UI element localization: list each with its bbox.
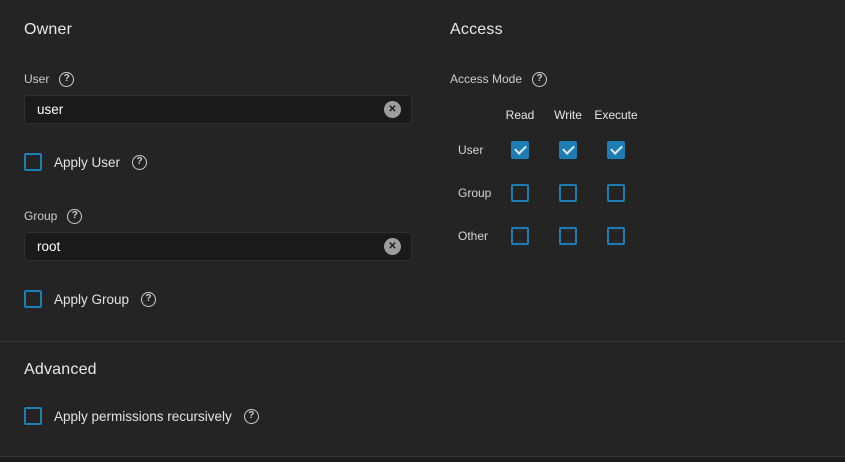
row-label-other: Other — [450, 229, 496, 243]
help-icon[interactable]: ? — [59, 72, 74, 87]
grid-cell — [496, 184, 544, 202]
group-write-checkbox[interactable] — [559, 184, 577, 202]
grid-cell — [544, 184, 592, 202]
grid-cell — [592, 227, 640, 245]
row-label-group: Group — [450, 186, 496, 200]
grid-cell — [592, 184, 640, 202]
bottom-edge — [0, 456, 845, 462]
apply-group-label: Apply Group — [54, 292, 129, 307]
user-input[interactable]: user ✕ — [24, 95, 412, 124]
column-header-read: Read — [496, 108, 544, 122]
access-mode-header: Access Mode ? — [450, 71, 547, 87]
other-write-checkbox[interactable] — [559, 227, 577, 245]
group-field-label: Group — [24, 209, 57, 223]
section-divider — [0, 341, 845, 342]
access-mode-grid: Read Write Execute User Group Other — [450, 102, 640, 257]
grid-cell — [544, 141, 592, 159]
user-field-label: User — [24, 72, 49, 86]
clear-icon[interactable]: ✕ — [384, 101, 401, 118]
grid-cell — [544, 227, 592, 245]
access-mode-label: Access Mode — [450, 72, 522, 86]
user-read-checkbox[interactable] — [511, 141, 529, 159]
other-execute-checkbox[interactable] — [607, 227, 625, 245]
user-field-header: User ? — [24, 71, 74, 87]
advanced-section-title: Advanced — [24, 361, 97, 379]
apply-recursively-row[interactable]: Apply permissions recursively ? — [24, 406, 259, 426]
group-input-value: root — [37, 239, 384, 254]
column-header-write: Write — [544, 108, 592, 122]
access-section-title: Access — [450, 21, 503, 39]
other-read-checkbox[interactable] — [511, 227, 529, 245]
user-execute-checkbox[interactable] — [607, 141, 625, 159]
group-read-checkbox[interactable] — [511, 184, 529, 202]
group-input[interactable]: root ✕ — [24, 232, 412, 261]
help-icon[interactable]: ? — [132, 155, 147, 170]
owner-section-title: Owner — [24, 21, 72, 39]
permissions-editor: Owner User ? user ✕ Apply User ? Group ?… — [0, 0, 845, 462]
help-icon[interactable]: ? — [532, 72, 547, 87]
apply-recursively-checkbox[interactable] — [24, 407, 42, 425]
help-icon[interactable]: ? — [141, 292, 156, 307]
help-icon[interactable]: ? — [67, 209, 82, 224]
row-label-user: User — [450, 143, 496, 157]
apply-user-checkbox[interactable] — [24, 153, 42, 171]
help-icon[interactable]: ? — [244, 409, 259, 424]
grid-cell — [592, 141, 640, 159]
grid-cell — [496, 141, 544, 159]
column-header-execute: Execute — [592, 108, 640, 122]
group-execute-checkbox[interactable] — [607, 184, 625, 202]
apply-group-row[interactable]: Apply Group ? — [24, 289, 156, 309]
group-field-header: Group ? — [24, 208, 82, 224]
apply-recursively-label: Apply permissions recursively — [54, 409, 232, 424]
grid-cell — [496, 227, 544, 245]
user-input-value: user — [37, 102, 384, 117]
clear-icon[interactable]: ✕ — [384, 238, 401, 255]
apply-user-row[interactable]: Apply User ? — [24, 152, 147, 172]
user-write-checkbox[interactable] — [559, 141, 577, 159]
apply-group-checkbox[interactable] — [24, 290, 42, 308]
apply-user-label: Apply User — [54, 155, 120, 170]
